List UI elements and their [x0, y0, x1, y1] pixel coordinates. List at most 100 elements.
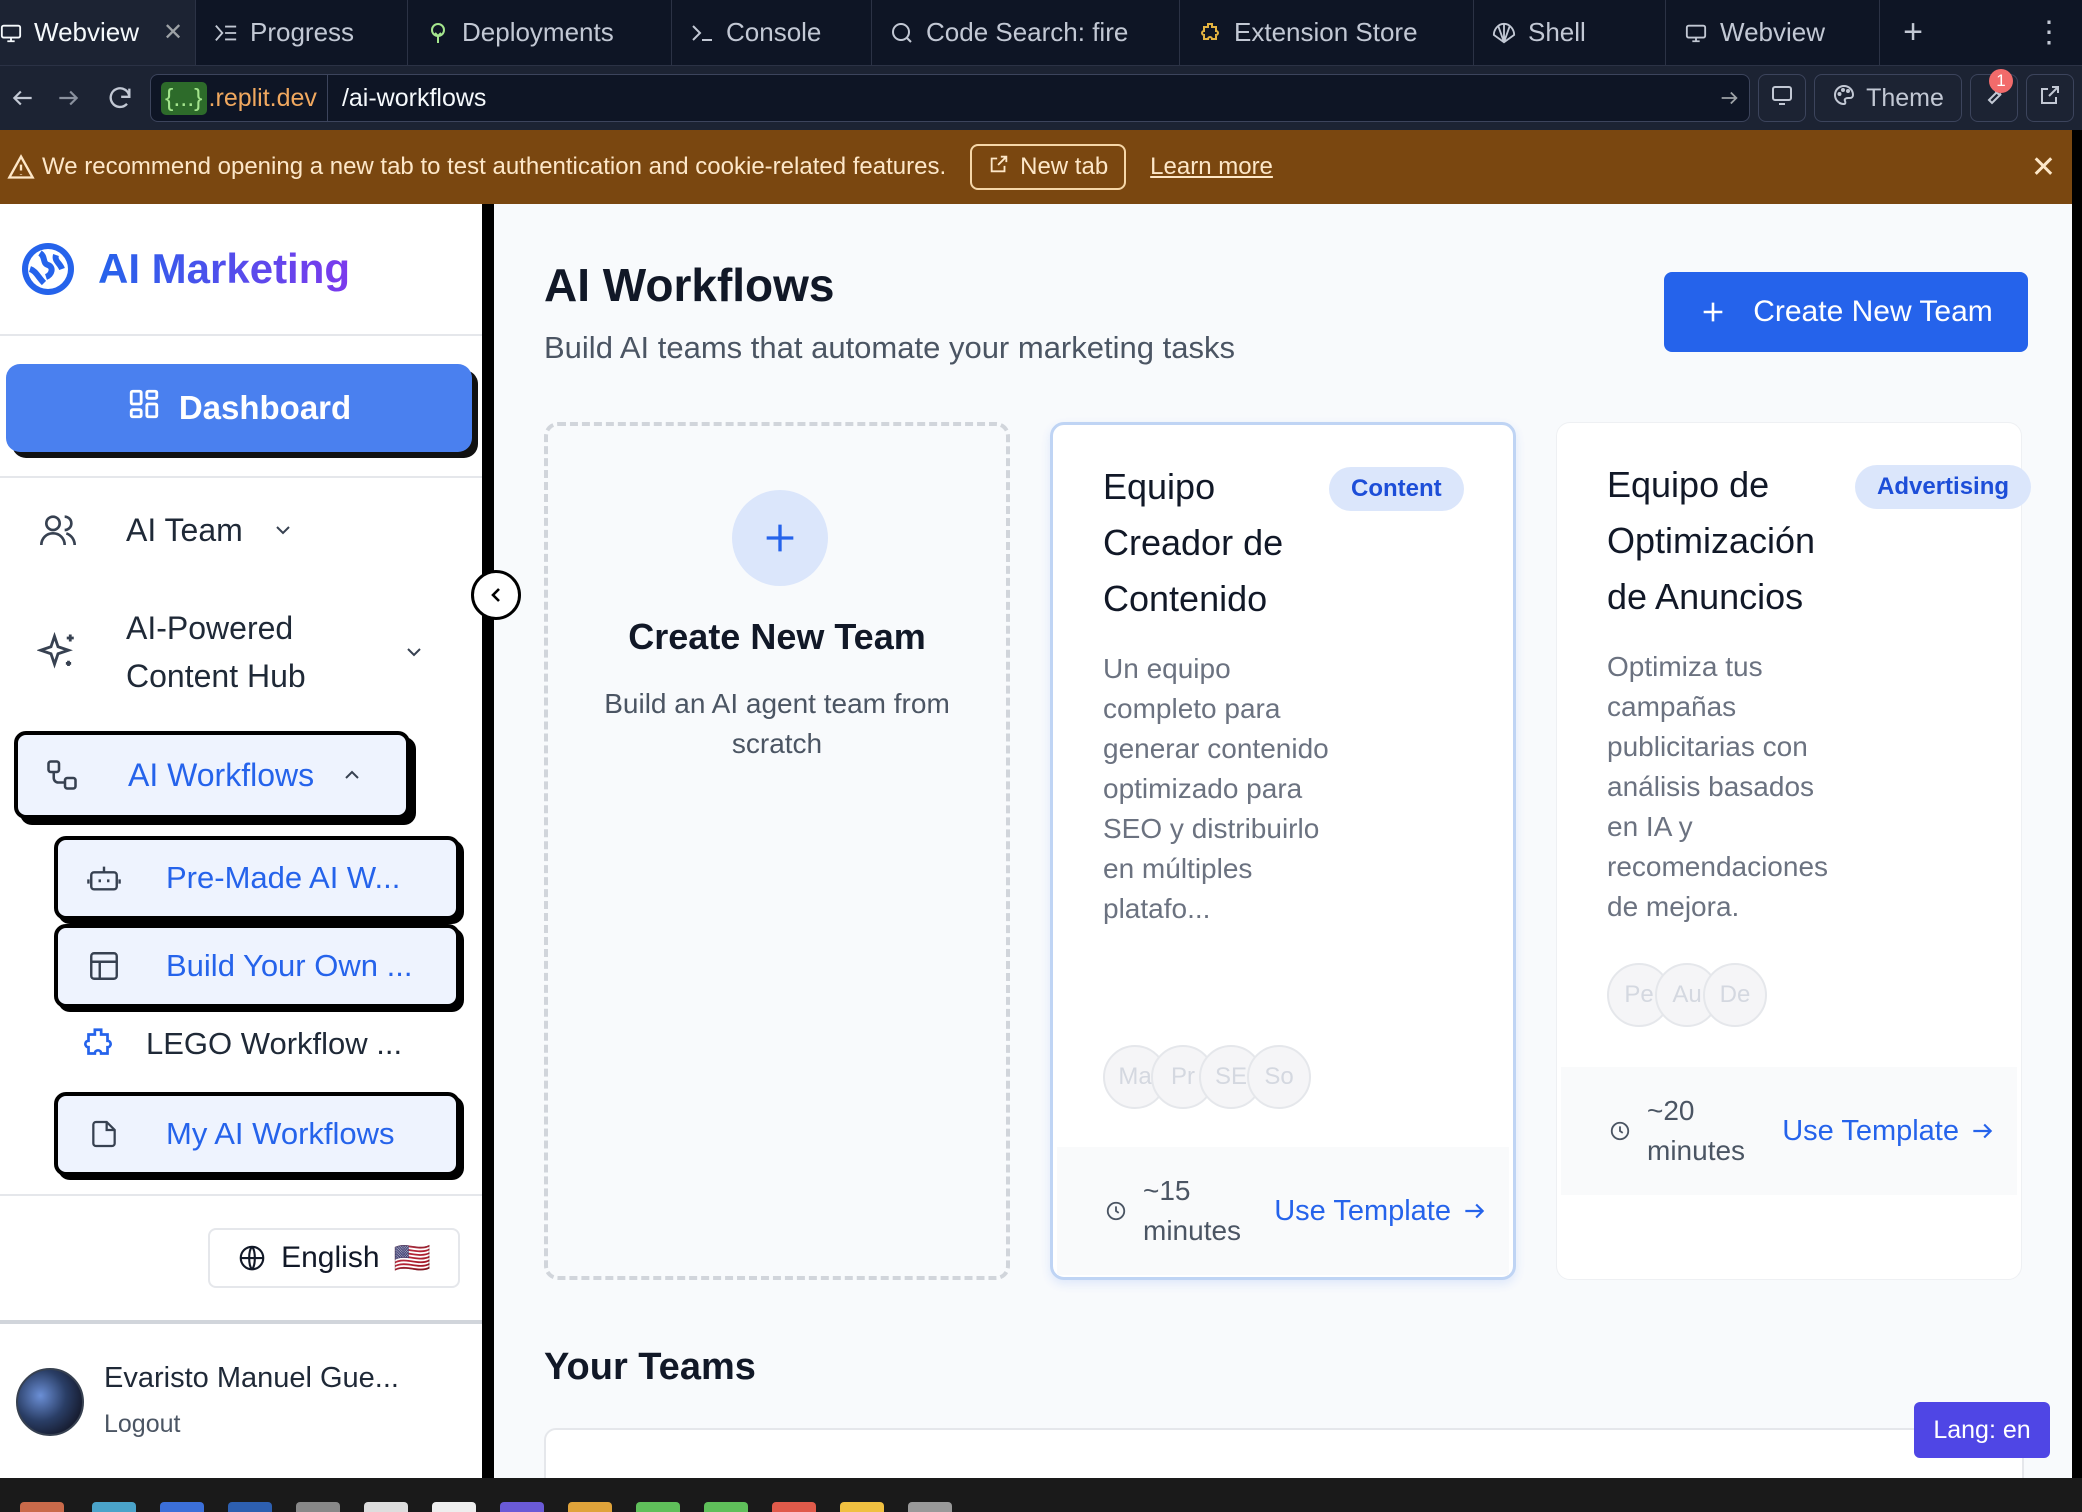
screen-icon — [1770, 83, 1794, 114]
create-card-title: Create New Team — [628, 616, 926, 657]
tab-deployments[interactable]: Deployments — [408, 0, 672, 65]
sidebar-subitem-build-your-own[interactable]: Build Your Own ... — [54, 924, 460, 1008]
use-template-link[interactable]: Use Template — [1782, 1115, 1995, 1148]
banner-message: We recommend opening a new tab to test a… — [42, 153, 947, 180]
chevron-down-icon — [402, 640, 426, 664]
close-banner-icon[interactable]: ✕ — [2031, 150, 2056, 185]
puzzle-icon — [1198, 21, 1222, 45]
dashboard-button[interactable]: Dashboard — [6, 364, 472, 452]
terminal-icon — [690, 21, 714, 45]
app-viewport: AI Marketing Dashboard AI Team AI-Powere… — [0, 204, 2072, 1478]
page-subtitle: Build AI teams that automate your market… — [544, 330, 1235, 365]
chevron-down-icon — [271, 518, 295, 542]
deploy-icon — [426, 21, 450, 45]
theme-button[interactable]: Theme — [1814, 74, 1962, 122]
template-title: Equipo de Optimización de Anuncios — [1607, 464, 1816, 617]
new-tab-button[interactable]: New tab — [970, 144, 1127, 190]
template-title: Equipo Creador de Contenido — [1103, 466, 1284, 619]
sidebar-subitem-premade[interactable]: Pre-Made AI W... — [54, 836, 460, 920]
auth-warning-banner: We recommend opening a new tab to test a… — [0, 130, 2072, 204]
agent-avatars: Pe Au De — [1607, 963, 1767, 1027]
warning-icon — [0, 153, 42, 181]
globe-logo-icon — [20, 241, 76, 297]
new-tab-plus-icon[interactable]: + — [1880, 0, 1946, 65]
shell-icon — [1492, 21, 1516, 45]
browser-tab-bar: Webview ✕ Progress Deployments Console C… — [0, 0, 2082, 66]
progress-icon — [214, 21, 238, 45]
url-host: {...} .replit.dev — [151, 75, 328, 121]
monitor-icon — [1684, 21, 1708, 45]
sidebar: AI Marketing Dashboard AI Team AI-Powere… — [0, 204, 494, 1478]
logout-link[interactable]: Logout — [104, 1410, 180, 1439]
template-description: Optimiza tus campañas publicitarias con … — [1607, 651, 1829, 922]
estimated-time: ~15 minutes — [1143, 1175, 1242, 1246]
tab-progress[interactable]: Progress — [196, 0, 408, 65]
plus-icon — [1699, 298, 1727, 326]
template-footer: ~20 minutes Use Template — [1561, 1067, 2017, 1195]
forward-arrow-icon[interactable] — [46, 76, 90, 120]
sidebar-subitem-lego[interactable]: LEGO Workflow ... — [76, 1022, 402, 1066]
url-bar: {...} .replit.dev /ai-workflows Theme 1 — [0, 66, 2082, 130]
agent-avatar: So — [1247, 1045, 1311, 1109]
estimated-time: ~20 minutes — [1647, 1095, 1746, 1166]
template-card-content[interactable]: Equipo Creador de Contenido Content Un e… — [1050, 422, 1516, 1280]
brand[interactable]: AI Marketing — [0, 204, 482, 336]
close-tab-icon[interactable]: ✕ — [163, 18, 183, 47]
sidebar-item-content-hub[interactable]: AI-Powered Content Hub — [34, 604, 426, 700]
search-icon — [890, 21, 914, 45]
learn-more-link[interactable]: Learn more — [1150, 153, 1273, 181]
open-external-button[interactable] — [2026, 74, 2074, 122]
url-field[interactable]: {...} .replit.dev /ai-workflows — [150, 74, 1750, 122]
page-title: AI Workflows — [544, 259, 835, 311]
chevron-up-icon — [340, 763, 364, 787]
layout-icon — [82, 944, 126, 988]
your-teams-heading: Your Teams — [544, 1346, 756, 1388]
url-path: /ai-workflows — [341, 83, 487, 112]
sidebar-item-ai-team[interactable]: AI Team — [34, 506, 295, 554]
lang-debug-badge: Lang: en — [1914, 1402, 2050, 1458]
reload-icon[interactable] — [98, 76, 142, 120]
agent-avatars: Ma Pr SE So — [1103, 1045, 1311, 1109]
tab-webview-2[interactable]: Webview — [1666, 0, 1880, 65]
create-team-card[interactable]: Create New Team Build an AI agent team f… — [544, 422, 1010, 1280]
external-link-icon — [988, 153, 1010, 182]
tab-extension-store[interactable]: Extension Store — [1180, 0, 1474, 65]
your-teams-panel — [544, 1428, 2024, 1478]
tab-menu-icon[interactable]: ⋮ — [2016, 0, 2082, 65]
sparkles-icon — [34, 628, 82, 676]
plus-icon — [732, 490, 828, 586]
os-dock — [0, 1478, 2082, 1512]
collapse-sidebar-button[interactable] — [471, 570, 521, 620]
agent-avatar: De — [1703, 963, 1767, 1027]
template-description: Un equipo completo para generar contenid… — [1103, 653, 1329, 924]
tab-code-search[interactable]: Code Search: fire — [872, 0, 1180, 65]
main-content: AI Workflows Build AI teams that automat… — [506, 204, 2072, 1478]
template-footer: ~15 minutes Use Template — [1057, 1147, 1509, 1275]
avatar[interactable] — [16, 1368, 84, 1436]
tab-shell[interactable]: Shell — [1474, 0, 1666, 65]
tab-console[interactable]: Console — [672, 0, 872, 65]
us-flag-icon: 🇺🇸 — [393, 1241, 431, 1275]
sidebar-subitem-my-workflows[interactable]: My AI Workflows — [54, 1092, 460, 1176]
clock-icon — [1105, 1200, 1127, 1222]
arrow-right-icon — [1969, 1118, 1995, 1144]
tools-button[interactable]: 1 — [1970, 69, 2018, 122]
monitor-icon — [0, 21, 22, 45]
palette-icon — [1832, 83, 1856, 114]
devtools-button[interactable] — [1758, 74, 1806, 122]
use-template-link[interactable]: Use Template — [1274, 1195, 1487, 1228]
user-name: Evaristo Manuel Gue... — [104, 1362, 399, 1394]
back-arrow-icon[interactable] — [8, 76, 38, 120]
category-badge: Content — [1329, 467, 1464, 511]
brand-name: AI Marketing — [98, 245, 351, 292]
create-new-team-button[interactable]: Create New Team — [1664, 272, 2028, 352]
template-card-advertising[interactable]: Equipo de Optimización de Anuncios Adver… — [1556, 422, 2032, 1280]
language-selector[interactable]: English 🇺🇸 — [208, 1228, 460, 1288]
file-icon — [82, 1112, 126, 1156]
globe-icon — [237, 1243, 267, 1273]
go-arrow-icon[interactable] — [1709, 87, 1749, 109]
tab-webview[interactable]: Webview ✕ — [0, 0, 196, 65]
chevron-left-icon — [484, 583, 508, 607]
sidebar-item-ai-workflows[interactable]: AI Workflows — [14, 731, 410, 819]
workflow-icon — [44, 757, 80, 793]
